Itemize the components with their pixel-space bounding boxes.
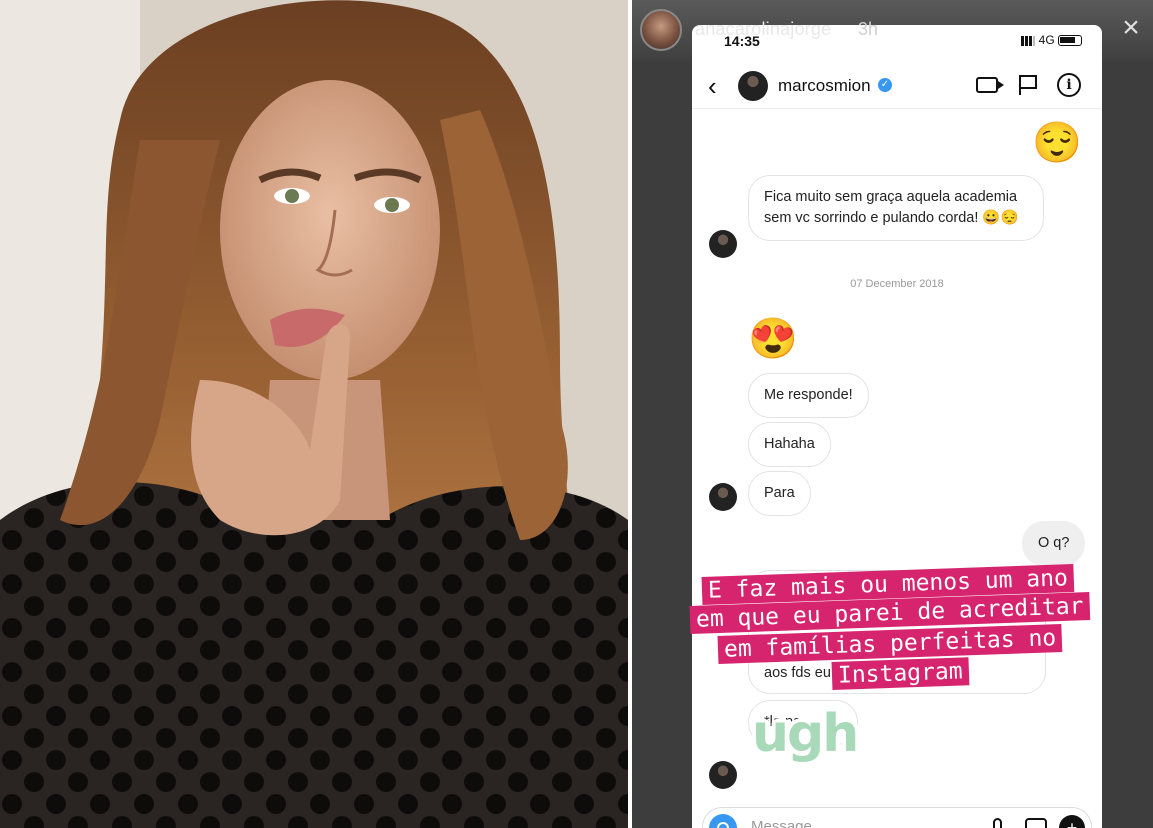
message-bubble: Para [748, 471, 811, 516]
sender-avatar [709, 483, 737, 511]
story-username[interactable]: anacarolinajorge [695, 19, 831, 40]
chat-header: ‹ marcosmion ✓ i [692, 65, 1102, 109]
message-input[interactable]: Message [751, 818, 812, 828]
date-separator: 07 December 2018 [850, 278, 944, 290]
message-emoji-relieved: 😌 [1032, 121, 1082, 165]
video-call-icon[interactable] [976, 77, 1004, 93]
story-time-ago: 3h [858, 19, 879, 39]
sticker-icon[interactable]: + [1059, 815, 1085, 828]
flag-icon[interactable] [1019, 75, 1037, 95]
back-icon[interactable]: ‹ [708, 71, 717, 102]
message-bubble: *la pa [748, 700, 858, 745]
sender-avatar [709, 230, 737, 258]
message-bubble: Fica muito sem graça aquela academia sem… [748, 175, 1044, 241]
signal-icon [1021, 35, 1036, 46]
microphone-icon[interactable] [993, 818, 1002, 828]
close-icon[interactable]: × [1117, 13, 1145, 43]
dm-screenshot: 14:35 4G ‹ marcosmion ✓ i 😌 Fica muito s… [692, 25, 1102, 828]
camera-icon[interactable] [709, 814, 737, 828]
contact-avatar[interactable] [738, 71, 768, 101]
info-icon[interactable]: i [1057, 73, 1081, 97]
contact-name[interactable]: marcosmion [778, 76, 871, 96]
message-composer[interactable]: Message + [702, 807, 1092, 828]
status-indicators: 4G [1021, 33, 1082, 47]
message-bubble: Me responde! [748, 373, 869, 418]
network-label: 4G [1038, 33, 1055, 47]
portrait-illustration [0, 0, 628, 828]
message-bubble: Hahaha [748, 422, 831, 467]
verified-badge-icon: ✓ [878, 78, 892, 92]
message-bubble-sent: O q? [1022, 521, 1086, 566]
battery-icon [1058, 35, 1082, 47]
instagram-story: 14:35 4G ‹ marcosmion ✓ i 😌 Fica muito s… [632, 0, 1153, 828]
gallery-icon[interactable] [1025, 818, 1047, 828]
message-emoji-heart-eyes: 😍 [748, 317, 798, 361]
sender-avatar [709, 761, 737, 789]
portrait-photo [0, 0, 628, 828]
story-user-avatar[interactable] [640, 9, 682, 51]
message-bubble: aos fds eu [748, 570, 1046, 694]
